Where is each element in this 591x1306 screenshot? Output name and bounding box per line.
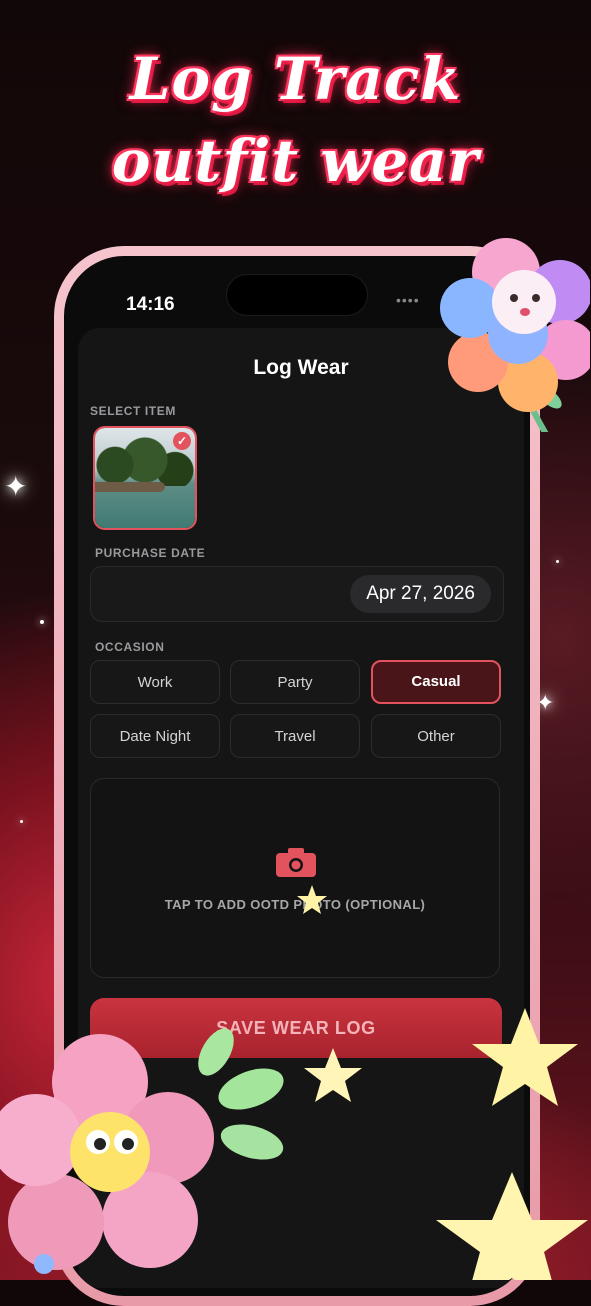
camera-icon: [276, 848, 316, 877]
purchase-date-label: PURCHASE DATE: [95, 546, 206, 560]
occasion-chip-work[interactable]: Work: [90, 660, 220, 704]
occasion-chip-date-night[interactable]: Date Night: [90, 714, 220, 758]
flower-mascot-top: [440, 238, 590, 432]
flower-mascot-bottom: [0, 1034, 214, 1274]
star-decoration: [297, 885, 327, 914]
promo-headline-line2: outfit wear: [111, 127, 480, 195]
ootd-photo-picker[interactable]: TAP TO ADD OOTD PHOTO (OPTIONAL): [90, 778, 500, 978]
occasion-chip-casual[interactable]: Casual: [371, 660, 501, 704]
select-item-label: SELECT ITEM: [90, 404, 176, 418]
leaf-decoration: [218, 1068, 284, 1110]
photo-prompt: TAP TO ADD OOTD PHOTO (OPTIONAL): [164, 897, 426, 912]
star-decoration: [304, 1048, 362, 1102]
occasion-chip-travel[interactable]: Travel: [230, 714, 360, 758]
signal-icon: ••••: [396, 292, 420, 308]
occasion-label: OCCASION: [95, 640, 165, 654]
sparkle-dot: [556, 560, 559, 563]
occasion-chip-other[interactable]: Other: [371, 714, 501, 758]
dynamic-island: [226, 274, 368, 316]
star-decoration: [436, 1172, 588, 1280]
purchase-date-row: Apr 27, 2026: [90, 566, 504, 622]
leaf-decoration: [220, 1124, 284, 1160]
sparkle-dot: [20, 820, 23, 823]
promo-headline-line1: Log Track: [129, 45, 462, 113]
sparkle-icon: ✦: [4, 471, 28, 502]
sparkle-dot: [40, 620, 44, 624]
star-decoration: [472, 1008, 578, 1106]
check-icon: ✓: [173, 432, 191, 450]
date-picker[interactable]: Apr 27, 2026: [350, 575, 491, 613]
status-time: 14:16: [126, 294, 175, 315]
item-thumbnail[interactable]: ✓: [93, 426, 197, 530]
occasion-chip-party[interactable]: Party: [230, 660, 360, 704]
